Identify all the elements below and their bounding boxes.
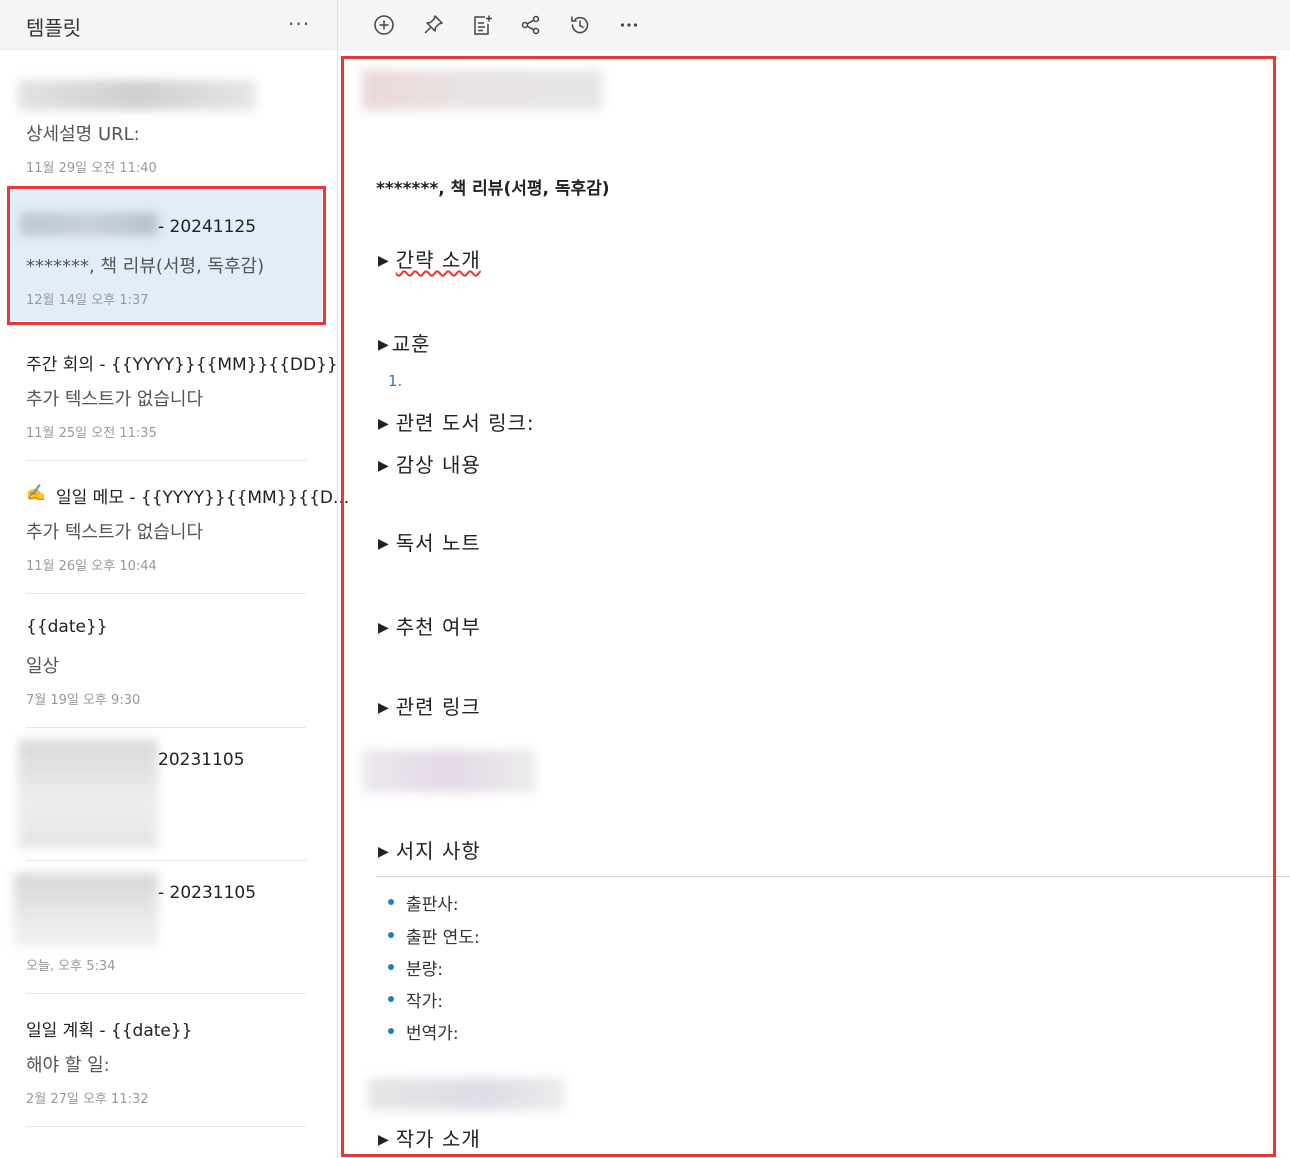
share-icon[interactable] [519,13,543,37]
add-circle-icon[interactable] [372,13,396,37]
divider [26,460,306,461]
divider [26,860,306,861]
redacted-content [18,740,158,848]
note-emoji: ✍️ [26,483,46,502]
note-item[interactable]: 일일 계획 - {{date}} 해야 할 일: 2월 27일 오후 11:32 [18,1006,306,1128]
note-title: 20231105 [158,750,245,770]
app-window: 템플릿 ··· 상세설명 URL: 11월 29일 오전 11:40 - 202… [0,0,1290,1158]
note-item[interactable]: - 20231105 오늘, 오후 5:34 [14,873,306,995]
add-note-icon[interactable] [470,13,494,37]
note-title: 일일 계획 - {{date}} [26,1021,193,1041]
note-date: 오늘, 오후 5:34 [26,959,116,974]
sidebar-header: 템플릿 ··· [0,0,337,50]
note-date: 11월 26일 오후 10:44 [26,559,157,574]
note-title: 주간 회의 - {{YYYY}}{{MM}}{{DD}} [26,355,338,375]
note-preview: 해야 할 일: [26,1055,110,1076]
note-item[interactable]: 상세설명 URL: 11월 29일 오전 11:40 [18,60,306,190]
note-title: 일일 메모 - {{YYYY}}{{MM}}{{D... [56,488,350,508]
highlight-frame [7,186,326,325]
note-date: 2월 27일 오후 11:32 [26,1092,149,1107]
note-item[interactable]: {{date}} 일상 7월 19일 오후 9:30 [18,607,306,729]
note-item[interactable]: 20231105 [18,740,306,862]
divider [26,993,306,994]
pin-icon[interactable] [421,13,445,37]
note-date: 7월 19일 오후 9:30 [26,693,141,708]
sidebar-more-button[interactable]: ··· [288,12,310,36]
sidebar-title: 템플릿 [26,16,82,40]
history-icon[interactable] [568,13,592,37]
note-title: {{date}} [26,617,108,637]
highlight-frame [341,56,1276,1157]
note-toolbar [337,0,1290,50]
note-date: 11월 25일 오전 11:35 [26,426,157,441]
note-item[interactable]: ✍️ 일일 메모 - {{YYYY}}{{MM}}{{D... 추가 텍스트가 … [18,473,349,595]
divider [26,593,306,594]
note-item[interactable]: 주간 회의 - {{YYYY}}{{MM}}{{DD}} 추가 텍스트가 없습니… [18,340,338,462]
note-preview: 일상 [26,656,60,677]
divider [26,727,306,728]
more-icon[interactable] [617,13,641,37]
note-preview: 추가 텍스트가 없습니다 [26,522,204,543]
note-preview: 상세설명 URL: [26,124,140,145]
redacted-content [14,873,158,947]
notes-sidebar: 템플릿 ··· 상세설명 URL: 11월 29일 오전 11:40 - 202… [0,0,349,1158]
redacted-title [18,80,256,110]
note-date: 11월 29일 오전 11:40 [26,161,157,176]
note-preview: 추가 텍스트가 없습니다 [26,389,204,410]
note-title: - 20231105 [158,883,257,903]
divider [26,1126,306,1127]
